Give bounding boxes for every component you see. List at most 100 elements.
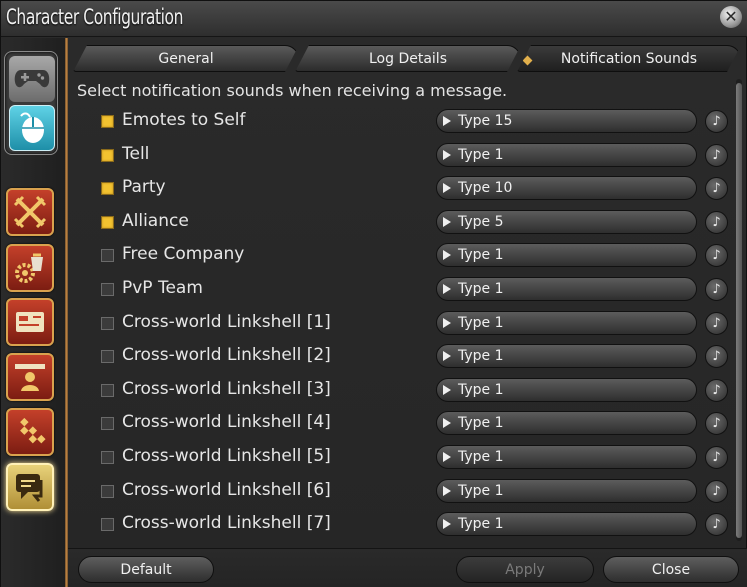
play-triangle-icon: [443, 384, 451, 395]
play-triangle-icon: [443, 250, 451, 261]
close-button[interactable]: Close: [603, 556, 739, 583]
music-note-icon[interactable]: ♪: [705, 244, 728, 268]
music-note-icon[interactable]: ♪: [705, 345, 728, 369]
notification-label: Emotes to Self: [122, 110, 246, 130]
instruction-text: Select notification sounds when receivin…: [77, 81, 508, 100]
notification-checkbox[interactable]: [101, 484, 114, 498]
notification-row: Cross-world Linkshell [3] Type 1 ♪: [71, 373, 741, 407]
notification-checkbox[interactable]: [101, 417, 114, 431]
category-sidebar: [1, 38, 65, 587]
notification-checkbox[interactable]: [101, 182, 114, 196]
music-note-icon[interactable]: ♪: [705, 378, 728, 402]
notification-row: Alliance Type 5 ♪: [71, 205, 741, 239]
tab-notification-sounds-label: Notification Sounds: [560, 51, 698, 67]
tab-bar: General Log Details Notification Sounds: [73, 45, 741, 73]
sound-type-value: Type 1: [458, 516, 504, 533]
gamepad-mode-button[interactable]: [9, 56, 55, 102]
music-note-icon[interactable]: ♪: [705, 412, 728, 436]
notification-label: Cross-world Linkshell [6]: [122, 479, 331, 500]
notification-row: Cross-world Linkshell [6] Type 1 ♪: [71, 474, 741, 508]
category-button-checkered[interactable]: [6, 408, 54, 456]
music-note-icon[interactable]: ♪: [705, 446, 728, 469]
play-triangle-icon: [443, 284, 451, 294]
notification-checkbox[interactable]: [101, 249, 114, 263]
card-icon: [8, 300, 52, 344]
sound-type-select[interactable]: Type 1: [436, 478, 697, 503]
play-triangle-icon: [443, 149, 451, 160]
notification-row: Party Type 10 ♪: [71, 171, 741, 205]
category-button-items[interactable]: [6, 244, 54, 292]
notification-checkbox[interactable]: [101, 283, 114, 296]
sound-type-select[interactable]: Type 1: [436, 445, 697, 469]
title-bar: Character Configuration ✕: [1, 1, 747, 37]
notification-checkbox[interactable]: [101, 518, 114, 532]
notification-sounds-panel: Select notification sounds when receivin…: [71, 73, 746, 545]
speech-bubbles-icon: [8, 465, 52, 509]
music-note-icon[interactable]: ♪: [705, 143, 728, 167]
character-card-icon: [8, 355, 52, 399]
sound-type-select[interactable]: Type 10: [436, 176, 697, 201]
sidebar-divider: [65, 38, 68, 587]
notification-label: Cross-world Linkshell [7]: [122, 513, 331, 534]
notification-label: Tell: [122, 143, 150, 164]
sound-type-select[interactable]: Type 1: [436, 512, 697, 537]
category-button-battle[interactable]: [6, 188, 54, 236]
music-note-icon[interactable]: ♪: [705, 210, 728, 234]
notification-row: Cross-world Linkshell [5] Type 1 ♪: [71, 440, 741, 474]
sound-type-select[interactable]: Type 1: [436, 377, 697, 402]
notification-checkbox[interactable]: [101, 115, 114, 128]
scrollbar-thumb[interactable]: [736, 83, 742, 538]
music-note-icon[interactable]: ♪: [705, 311, 728, 335]
notification-row: Tell Type 1 ♪: [71, 138, 741, 172]
apply-button[interactable]: Apply: [456, 556, 594, 583]
music-note-icon[interactable]: ♪: [705, 513, 728, 537]
category-button-character[interactable]: [6, 353, 54, 401]
sound-type-select[interactable]: Type 1: [436, 243, 697, 268]
sound-type-value: Type 1: [458, 449, 504, 465]
sound-type-select[interactable]: Type 1: [436, 142, 697, 167]
notification-row: Cross-world Linkshell [1] Type 1 ♪: [71, 306, 741, 340]
category-button-chat[interactable]: [6, 463, 54, 511]
notification-checkbox[interactable]: [101, 215, 114, 229]
notification-checkbox[interactable]: [101, 350, 114, 364]
sound-type-value: Type 5: [458, 213, 504, 230]
close-icon[interactable]: ✕: [720, 6, 742, 28]
mouse-mode-button[interactable]: [9, 105, 55, 151]
play-triangle-icon: [443, 216, 451, 227]
notification-label: Cross-world Linkshell [3]: [122, 378, 331, 399]
play-triangle-icon: [443, 116, 451, 126]
sound-type-value: Type 1: [458, 482, 504, 499]
music-note-icon[interactable]: ♪: [705, 479, 728, 503]
sound-type-value: Type 1: [458, 314, 504, 331]
sound-type-value: Type 1: [458, 247, 504, 264]
notification-label: Cross-world Linkshell [1]: [122, 311, 331, 332]
notification-checkbox[interactable]: [101, 451, 114, 464]
tab-general[interactable]: General: [73, 45, 299, 72]
notification-checkbox[interactable]: [101, 148, 114, 162]
music-note-icon[interactable]: ♪: [705, 278, 728, 301]
sound-type-select[interactable]: Type 1: [436, 411, 697, 436]
play-triangle-icon: [443, 351, 451, 362]
sound-type-select[interactable]: Type 1: [436, 277, 697, 301]
tab-notification-sounds[interactable]: Notification Sounds: [517, 45, 741, 72]
play-triangle-icon: [443, 183, 451, 194]
notification-row: Cross-world Linkshell [7] Type 1 ♪: [71, 507, 741, 541]
notification-checkbox[interactable]: [101, 316, 114, 330]
notification-row: Cross-world Linkshell [2] Type 1 ♪: [71, 339, 741, 373]
tab-log-details[interactable]: Log Details: [295, 45, 521, 72]
music-note-icon[interactable]: ♪: [705, 110, 728, 133]
notification-row: PvP Team Type 1 ♪: [71, 272, 741, 306]
notification-checkbox[interactable]: [101, 383, 114, 397]
sound-type-select[interactable]: Type 15: [436, 109, 697, 133]
sound-type-select[interactable]: Type 1: [436, 310, 697, 335]
sound-type-select[interactable]: Type 5: [436, 209, 697, 234]
notification-label: Free Company: [122, 244, 245, 265]
default-button[interactable]: Default: [78, 556, 214, 583]
music-note-icon[interactable]: ♪: [705, 177, 728, 201]
play-triangle-icon: [443, 418, 451, 429]
notification-row: Free Company Type 1 ♪: [71, 238, 741, 272]
active-tab-marker: [523, 56, 533, 66]
sound-type-select[interactable]: Type 1: [436, 344, 697, 369]
category-button-card[interactable]: [6, 298, 54, 346]
gamepad-icon: [9, 56, 55, 102]
